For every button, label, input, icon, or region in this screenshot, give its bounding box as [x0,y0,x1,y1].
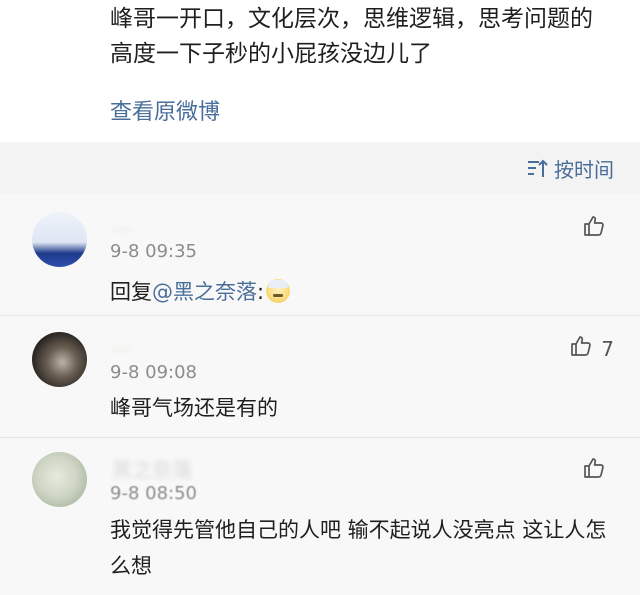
thumbs-up-icon [582,214,606,243]
post-text: 峰哥一开口，文化层次，思维逻辑，思考问题的高度一下子秒的小屁孩没边儿了 [110,6,593,67]
avatar[interactable] [32,332,87,387]
like-button[interactable]: 7 [569,334,614,363]
comment-item: ... 9-8 09:35 回复@黑之奈落: [0,194,640,315]
emoji-icon [266,279,291,303]
like-count: 7 [601,336,614,361]
comment-text: 我觉得先管他自己的人吧 输不起说人没亮点 这让人怎么想 [110,518,607,578]
sort-label: 按时间 [554,158,614,182]
comment-username[interactable]: 黑之奈落 [112,454,192,483]
comment-list: ... 9-8 09:35 回复@黑之奈落: ... 9-8 09:08 峰哥气… [0,194,640,595]
avatar[interactable] [32,212,87,267]
sort-by-time-button[interactable]: 按时间 [526,154,614,183]
comment-item: ... 9-8 09:08 峰哥气场还是有的 7 [0,315,640,437]
mention-link[interactable]: @黑之奈落 [152,280,257,304]
view-original-link[interactable]: 查看原微博 [110,94,220,126]
comment-time: 9-8 08:50 [110,483,197,504]
comment-username[interactable]: ... [112,212,131,236]
like-button[interactable] [582,456,614,485]
comment-text: 峰哥气场还是有的 [110,396,278,420]
comment-username[interactable]: ... [112,332,131,356]
comment-time: 9-8 09:08 [110,362,197,383]
avatar[interactable] [32,452,87,507]
thumbs-up-icon [569,334,593,363]
post-card: 峰哥一开口，文化层次，思维逻辑，思考问题的高度一下子秒的小屁孩没边儿了 查看原微… [0,0,640,142]
comment-item: 黑之奈落 9-8 08:50 我觉得先管他自己的人吧 输不起说人没亮点 这让人怎… [0,437,640,595]
like-button[interactable] [582,214,614,243]
comment-text: 回复@黑之奈落: [110,274,610,310]
thumbs-up-icon [582,456,606,485]
sort-bar: 按时间 [0,142,640,194]
sort-icon [526,159,548,179]
comment-time: 9-8 09:35 [110,241,197,262]
